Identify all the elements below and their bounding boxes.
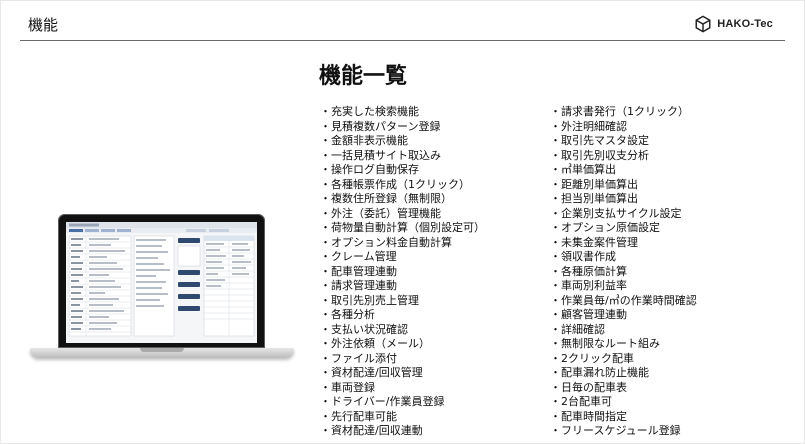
list-item: ・請求管理連動 [320,279,397,292]
list-item: ・取引先別売上管理 [320,293,419,307]
list-item: ・担当別単価算出 [550,192,638,205]
app-screenshot [66,222,257,343]
hexagon-cube-icon [695,15,711,33]
list-item: ・資材配達/回収管理 [320,366,423,379]
page-title: 機能 [28,16,59,34]
list-item: ・詳細確認 [550,322,605,336]
list-item: ・㎥単価算出 [550,163,616,176]
laptop-icon [30,214,294,368]
brand-logo: HAKO-Tec [694,15,773,33]
list-item: ・金額非表示機能 [320,134,408,147]
list-item: ・外注明細確認 [550,119,627,133]
list-item: ・クレーム管理 [320,250,397,263]
list-item: ・充実した検索機能 [320,105,419,118]
list-item: ・請求書発行（1クリック） [550,105,689,118]
list-item: ・配車時間指定 [550,409,627,423]
list-item: ・複数住所登録（無制限） [320,192,452,205]
list-item: ・取引先マスタ設定 [550,134,649,147]
list-item: ・未集金案件管理 [550,235,638,249]
list-item: ・フリースケジュール登録 [550,424,681,437]
list-item: ・外注（委託）管理機能 [320,206,441,220]
list-item: ・日毎の配車表 [550,380,627,394]
feature-list-left: ・充実した検索機能 ・見積複数パターン登録 ・金額非表示機能 ・一括見積サイト取… [320,105,485,439]
list-item: ・車両別利益率 [550,279,627,292]
list-item: ・取引先別収支分析 [550,148,649,162]
list-item: ・外注依頼（メール） [320,337,430,350]
feature-list-title: 機能一覧 [319,64,408,89]
app-screenshot-graphic [66,222,257,337]
list-item: ・ドライバー/作業員登録 [320,395,445,408]
list-item: ・企業別支払サイクル設定 [550,206,682,220]
logo-text: HAKO-Tec [717,18,773,30]
laptop-screen [58,214,265,348]
list-item: ・一括見積サイト取込み [320,148,441,162]
list-item: ・顧客管理連動 [550,308,627,321]
header: 機能 HAKO-Tec [0,0,805,44]
list-item: ・2台配車可 [550,395,612,408]
list-item: ・各種帳票作成（1クリック） [320,177,470,191]
slide: 機能 HAKO-Tec 機能一覧 ・充実した検索機能 ・見積複数パターン登録 ・… [0,0,805,444]
list-item: ・領収書作成 [550,250,616,263]
laptop-notch [140,348,184,352]
list-item: ・オプション料金自動計算 [320,235,452,249]
list-item: ・操作ログ自動保存 [320,163,419,176]
list-item: ・作業員毎/㎥の作業時間確認 [550,293,697,307]
list-item: ・資材配達/回収連動 [320,424,423,437]
list-item: ・無制限なルート組み [550,337,660,350]
list-item: ・ファイル添付 [320,351,397,365]
list-item: ・各種原価計算 [550,264,627,278]
list-item: ・2クリック配車 [550,351,634,365]
feature-list-right: ・請求書発行（1クリック） ・外注明細確認 ・取引先マスタ設定 ・取引先別収支分… [550,105,697,439]
list-item: ・距離別単価算出 [550,177,638,191]
list-item: ・各種分析 [320,308,375,321]
header-divider [20,40,785,41]
list-item: ・配車管理連動 [320,264,397,278]
list-item: ・車両登録 [320,380,375,394]
list-item: ・オプション原価設定 [550,221,660,234]
list-item: ・先行配車可能 [320,409,397,423]
list-item: ・支払い状況確認 [320,322,408,336]
list-item: ・見積複数パターン登録 [320,119,441,133]
list-item: ・配車漏れ防止機能 [550,366,649,379]
list-item: ・荷物量自動計算（個別設定可） [320,221,485,234]
